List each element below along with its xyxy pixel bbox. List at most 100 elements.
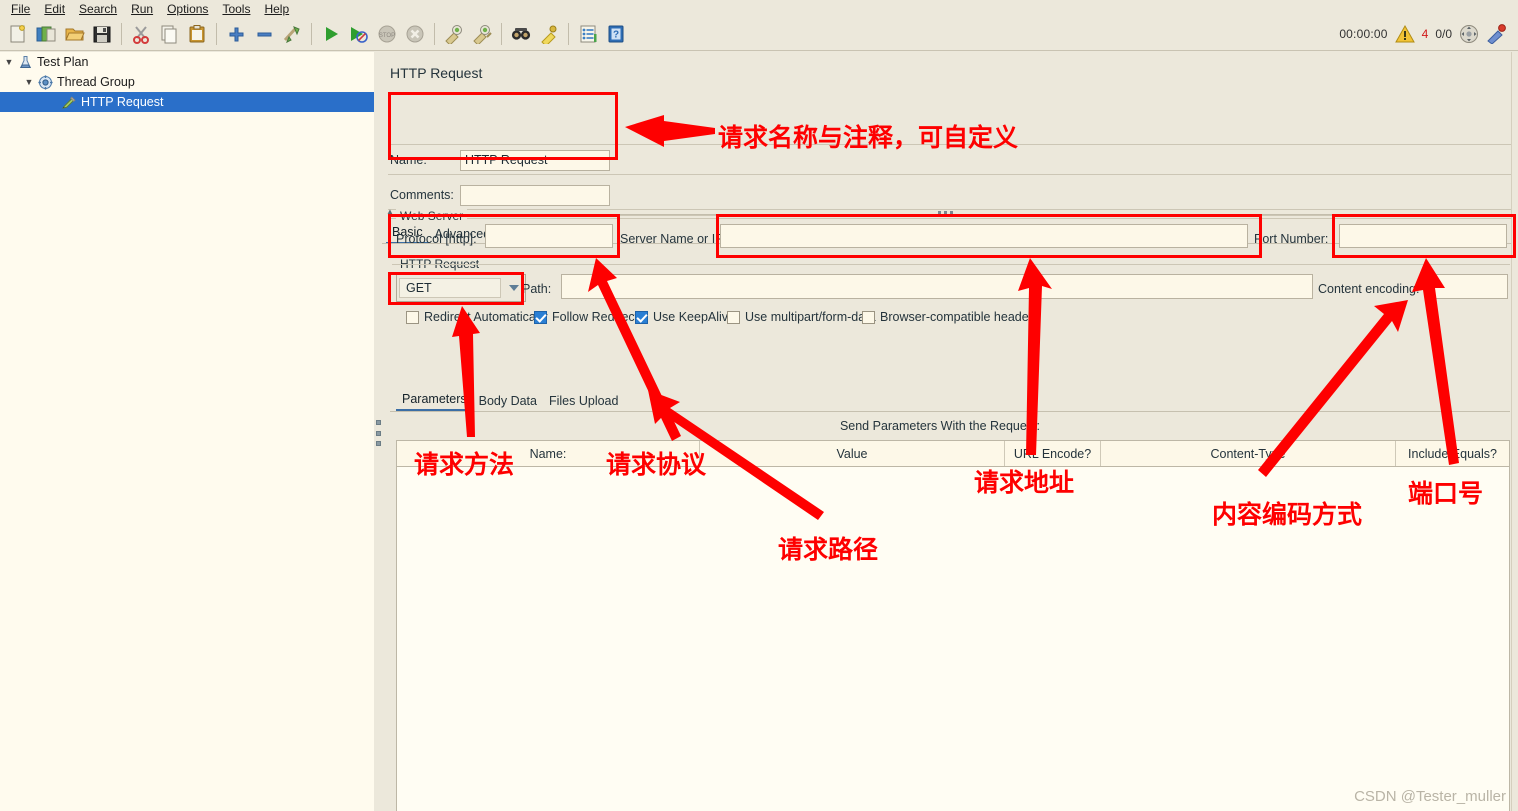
server-name-input[interactable] [720,224,1248,248]
server-name-label: Server Name or IP: [620,232,727,246]
svg-text:?: ? [613,30,619,41]
function-helper-icon[interactable] [574,20,602,48]
toolbar-status: 00:00:00 4 0/0 [1339,24,1518,44]
tree-node-thread-group[interactable]: ▼ Thread Group [0,72,374,92]
comments-label: Comments: [390,188,454,202]
divider [388,209,1512,210]
web-server-group-title: Web Server [396,209,468,223]
remote-engines-icon[interactable] [1459,24,1479,44]
checkbox-label: Follow Redirects [552,310,645,324]
toggle-icon[interactable] [278,20,306,48]
right-scrollbar-edge[interactable] [1511,52,1518,811]
vertical-splitter[interactable] [374,52,382,811]
paste-icon[interactable] [183,20,211,48]
menu-item-search[interactable]: Search [72,1,124,17]
port-number-label: Port Number: [1254,232,1329,246]
content-encoding-input[interactable] [1428,274,1508,299]
search-icon[interactable] [507,20,535,48]
menu-item-edit[interactable]: Edit [37,1,72,17]
annotation-request-address: 请求地址 [974,468,1075,497]
tab-parameters[interactable]: Parameters [396,390,473,411]
checkbox-box[interactable] [635,310,648,324]
toolbar-separator [501,23,502,45]
menu-item-run-label: Run [131,2,154,16]
checkbox-box[interactable] [406,310,419,324]
warning-triangle-icon[interactable] [1394,25,1415,43]
menu-item-help[interactable]: Help [257,1,296,17]
menu-item-tools-label: Tools [222,2,251,16]
toolbar-separator [121,23,122,45]
test-plan-icon [16,54,34,70]
tab-body-data[interactable]: Body Data [473,392,543,411]
error-count[interactable]: 4 [1422,27,1429,41]
use-keepalive-checkbox[interactable]: Use KeepAlive [635,310,735,324]
method-combo-value: GET [399,278,501,298]
follow-redirects-checkbox[interactable]: Follow Redirects [534,310,644,324]
alert-icon[interactable] [1486,24,1508,44]
menu-item-run[interactable]: Run [124,1,160,17]
checkbox-box[interactable] [862,310,875,324]
toolbar-separator [434,23,435,45]
path-input[interactable] [561,274,1313,299]
annotation-content-encoding: 内容编码方式 [1212,500,1363,529]
name-input[interactable] [460,149,610,171]
browser-compatible-headers-checkbox[interactable]: Browser-compatible headers [862,310,1039,324]
tree-node-test-plan[interactable]: ▼ Test Plan [0,52,374,72]
svg-text:STOP: STOP [379,33,395,39]
shutdown-icon[interactable] [401,20,429,48]
watermark: CSDN @Tester_muller [1354,788,1506,805]
cut-icon[interactable] [127,20,155,48]
comments-row: Comments: [390,182,1512,208]
redirect-automatically-checkbox[interactable]: Redirect Automatically [406,310,548,324]
clear-icon[interactable] [440,20,468,48]
http-request-panel: HTTP Request Name: Comments: ▲ ▼ Basic A… [382,52,1518,811]
tab-files-upload-label: Files Upload [548,394,619,408]
help-icon[interactable]: ? [602,20,630,48]
parameters-tabs[interactable]: Parameters Body Data Files Upload [396,391,624,411]
menu-bar[interactable]: File Edit Search Run Options Tools Help [0,0,1518,18]
templates-icon[interactable] [32,20,60,48]
menu-item-options[interactable]: Options [160,1,215,17]
splitter-grip[interactable] [375,420,381,446]
name-label: Name: [390,153,427,167]
tree-node-label: Thread Group [57,75,135,89]
path-label: Path: [522,282,552,296]
web-server-group-line [392,215,1510,216]
tab-files-upload[interactable]: Files Upload [543,392,624,411]
save-icon[interactable] [88,20,116,48]
menu-item-tools[interactable]: Tools [215,1,257,17]
start-no-timers-icon[interactable] [345,20,373,48]
column-header-value[interactable]: Value [700,441,1005,466]
tree-node-http-request[interactable]: HTTP Request [0,92,374,112]
checkbox-box[interactable] [727,310,740,324]
method-combo[interactable]: GET [396,274,526,302]
stop-icon[interactable]: STOP [373,20,401,48]
expand-icon[interactable] [222,20,250,48]
page-title: HTTP Request [390,65,483,81]
chevron-down-icon[interactable]: ▼ [22,77,36,87]
open-icon[interactable] [60,20,88,48]
thread-group-icon [36,74,54,90]
column-header-content-type[interactable]: Content-Type [1101,441,1396,466]
protocol-input[interactable] [485,224,613,248]
checkbox-box[interactable] [534,310,547,324]
toolbar[interactable]: STOP ? 00:00:00 4 0/0 [0,18,1518,51]
menu-item-file[interactable]: File [4,1,37,17]
clear-all-icon[interactable] [468,20,496,48]
collapse-icon[interactable] [250,20,278,48]
comments-input[interactable] [460,184,610,206]
checkbox-label: Use multipart/form-data [745,310,876,324]
port-number-input[interactable] [1339,224,1507,248]
new-icon[interactable] [4,20,32,48]
column-header-include-equals[interactable]: Include Equals? [1396,441,1509,466]
toolbar-separator [311,23,312,45]
search-reset-icon[interactable] [535,20,563,48]
chevron-down-icon[interactable]: ▼ [2,57,16,67]
parameters-tabs-underline [390,411,1510,412]
tab-body-data-label: Body Data [478,394,537,408]
tree-node-label: Test Plan [37,55,89,69]
test-plan-tree[interactable]: ▼ Test Plan ▼ Thread Group HTTP Request [0,52,374,811]
use-multipart-checkbox[interactable]: Use multipart/form-data [727,310,876,324]
copy-icon[interactable] [155,20,183,48]
start-icon[interactable] [317,20,345,48]
